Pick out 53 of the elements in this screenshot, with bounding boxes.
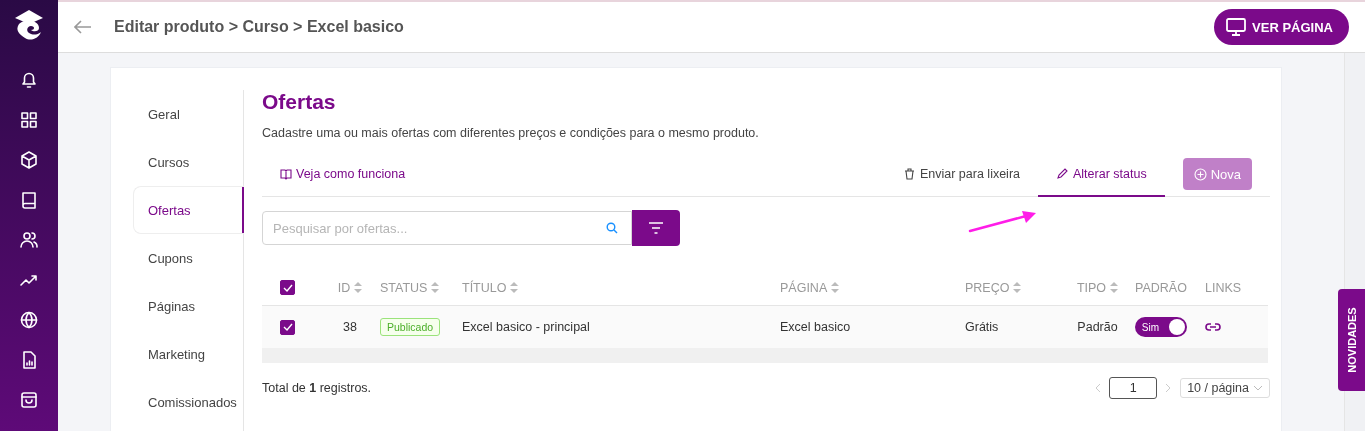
back-arrow-icon[interactable] [74, 20, 92, 34]
row-checkbox[interactable] [280, 319, 295, 335]
nav-tab[interactable]: Marketing [133, 330, 243, 378]
table-cell: 38 [343, 320, 357, 334]
filter-button[interactable] [632, 210, 680, 246]
chevron-down-icon [1253, 385, 1263, 391]
column-header: TÍTULO [462, 280, 507, 295]
news-tab[interactable]: NOVIDADES [1338, 289, 1365, 391]
nav-tab[interactable]: Comissionados [133, 378, 243, 426]
bag-icon[interactable] [18, 389, 40, 411]
column-header: ID [337, 280, 351, 295]
column-header: LINKS [1205, 280, 1242, 295]
default-toggle[interactable]: Sim [1135, 317, 1187, 337]
search-icon[interactable] [606, 222, 618, 234]
column-header: STATUS [380, 280, 428, 295]
section-title: Ofertas [262, 90, 337, 114]
table-cell: Padrão [1077, 320, 1118, 334]
page-number-field[interactable]: 1 [1109, 377, 1158, 399]
trash-icon [903, 167, 915, 180]
pencil-icon [1056, 167, 1068, 180]
column-header: PADRÃO [1135, 280, 1187, 295]
status-badge: Publicado [380, 318, 441, 336]
action-tab[interactable]: Enviar para lixeira [885, 152, 1038, 197]
column-header: PÁGINA [780, 280, 828, 295]
total-text: Total de 1 registros. [262, 381, 373, 395]
nav-tab[interactable]: Cursos [133, 138, 243, 186]
nav-tab[interactable]: Geral [133, 90, 243, 138]
nav-tab[interactable]: Páginas [133, 282, 243, 330]
column-header: PREÇO [965, 280, 1010, 295]
filter-icon [648, 222, 664, 234]
select-all-checkbox[interactable] [280, 280, 295, 295]
breadcrumb: Editar produto > Curso > Excel basico [114, 18, 405, 36]
page-size-select[interactable]: 10 / página [1180, 378, 1270, 398]
section-description: Cadastre uma ou mais ofertas com diferentes preços e condições para o mesmo produto. [262, 126, 760, 140]
view-page-button[interactable]: VER PÁGINA [1214, 9, 1349, 45]
annotation-arrow [968, 208, 1038, 234]
plus-circle-icon [1193, 167, 1207, 181]
monitor-icon [1226, 18, 1247, 36]
nav-tab[interactable]: Cupons [133, 234, 243, 282]
users-icon[interactable] [18, 229, 40, 251]
nav-tab[interactable]: Ofertas [133, 186, 244, 234]
action-tab[interactable]: Alterar status [1038, 152, 1165, 197]
table-cell: Excel basico - principal [462, 320, 590, 334]
help-link[interactable]: Veja como funciona [280, 167, 886, 181]
link-icon[interactable] [1205, 322, 1221, 332]
grid-icon[interactable] [18, 109, 40, 131]
column-header: TIPO [1076, 280, 1107, 295]
table-cell: Excel basico [780, 320, 851, 334]
table-cell: Grátis [965, 320, 999, 334]
box-icon[interactable] [18, 149, 40, 171]
book-icon [280, 168, 292, 180]
search-field[interactable]: Pesquisar por ofertas... [262, 211, 632, 245]
globe-icon[interactable] [18, 309, 40, 331]
